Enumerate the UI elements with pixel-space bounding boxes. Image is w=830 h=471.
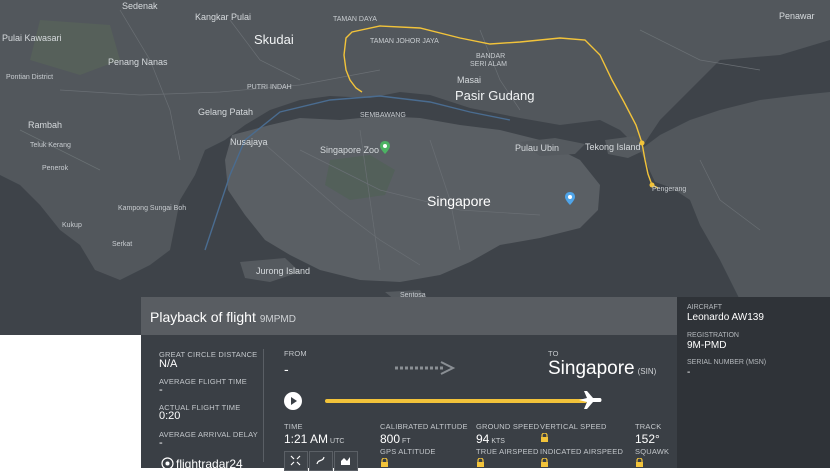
panel-header: Playback of flight 9MPMD — [141, 297, 677, 335]
avg-arrival-delay-label: AVERAGE ARRIVAL DELAY — [159, 430, 258, 439]
map-label: Gelang Patah — [198, 107, 254, 117]
map-label: BANDAR — [476, 53, 506, 60]
map-label: PUTRI INDAH — [247, 84, 292, 91]
track-label: TRACK — [635, 422, 662, 431]
radar-logo-icon — [161, 457, 174, 470]
route-arrow-icon — [395, 361, 456, 375]
map-label: Pontian District — [6, 74, 54, 81]
map-label: SERI ALAM — [470, 61, 507, 68]
flight-id: 9MPMD — [259, 314, 296, 325]
fit-view-button[interactable] — [284, 451, 308, 471]
map-label: Masai — [457, 75, 482, 85]
map-label: Pulai Kawasari — [2, 33, 62, 43]
map-label: Pasir Gudang — [455, 88, 535, 103]
flightradar24-logo: flightradar24 — [161, 457, 243, 471]
play-button[interactable] — [284, 392, 302, 410]
time-value: 1:21 AM UTC — [284, 432, 344, 446]
serial-value: - — [687, 367, 691, 378]
aircraft-info-panel: AIRCRAFT Leonardo AW139 REGISTRATION 9M-… — [677, 297, 830, 468]
map-label: Singapore — [427, 193, 491, 209]
map-label: Kampong Sungai Boh — [118, 205, 187, 212]
to-label: TO — [548, 349, 559, 358]
actual-flight-time-value: 0:20 — [159, 410, 181, 422]
to-city: Singapore (SIN) — [548, 358, 656, 380]
panel-title: Playback of flight 9MPMD — [150, 309, 296, 325]
lock-icon — [541, 433, 548, 442]
map-label: Tekong Island — [585, 142, 641, 152]
serial-label: SERIAL NUMBER (MSN) — [687, 359, 767, 366]
airplane-icon[interactable] — [577, 389, 603, 411]
map-canvas — [0, 0, 830, 335]
map-label: Jurong Island — [256, 266, 311, 276]
flight-map[interactable]: Sedenak Kangkar Pulai TAMAN DAYA TAMAN J… — [0, 0, 830, 335]
track-value: 152° — [635, 432, 660, 446]
true-airspeed-label: TRUE AIRSPEED — [476, 447, 539, 456]
map-label: Sedenak — [122, 1, 158, 11]
map-label: Nusajaya — [230, 137, 268, 147]
map-label: Pengerang — [652, 186, 687, 193]
column-divider — [263, 349, 264, 462]
chart-icon — [341, 457, 350, 465]
lock-icon — [636, 458, 643, 467]
lock-icon — [541, 458, 548, 467]
to-code: (SIN) — [637, 367, 657, 376]
ground-speed-value: 94 KTS — [476, 432, 505, 446]
ground-speed-unit: KTS — [491, 438, 505, 445]
map-label: TAMAN JOHOR JAYA — [370, 38, 439, 45]
aircraft-label: AIRCRAFT — [687, 304, 722, 311]
map-label: Singapore Zoo — [320, 145, 380, 155]
squawk-label: SQUAWK — [635, 447, 670, 456]
playback-track[interactable] — [325, 399, 587, 403]
map-label: Pulau Ubin — [515, 143, 560, 153]
route-button[interactable] — [309, 451, 333, 471]
registration-label: REGISTRATION — [687, 332, 739, 339]
map-label: Rambah — [28, 120, 63, 130]
avg-arrival-delay-value: - — [159, 437, 163, 449]
lock-icon — [477, 458, 484, 467]
lock-icon — [381, 458, 388, 467]
map-label: SEMBAWANG — [360, 112, 406, 119]
map-label: Kukup — [62, 222, 82, 229]
map-label: Teluk Kerang — [30, 142, 71, 149]
playback-panel: Playback of flight 9MPMD GREAT CIRCLE DIS… — [141, 297, 677, 471]
map-label: Skudai — [254, 32, 294, 47]
map-label: Penerok — [42, 165, 69, 172]
map-label: Serkat — [112, 241, 133, 248]
avg-flight-time-value: - — [159, 384, 163, 396]
fit-view-icon — [290, 455, 301, 466]
vertical-speed-label: VERTICAL SPEED — [540, 422, 607, 431]
panel-title-text: Playback of flight — [150, 309, 256, 325]
altitude-graph-button[interactable] — [334, 451, 358, 471]
from-label: FROM — [284, 349, 307, 358]
avg-flight-time-label: AVERAGE FLIGHT TIME — [159, 377, 247, 386]
map-label: Penawar — [779, 11, 815, 21]
cal-alt-value-text: 800 — [380, 432, 401, 446]
gps-alt-label: GPS ALTITUDE — [380, 447, 436, 456]
registration-value: 9M-PMD — [687, 340, 727, 351]
time-unit: UTC — [330, 438, 345, 445]
time-value-text: 1:21 AM — [284, 432, 329, 446]
cal-alt-value: 800 FT — [380, 432, 411, 446]
map-label: Penang Nanas — [108, 57, 168, 67]
route-icon — [316, 456, 325, 465]
map-label: Kangkar Pulai — [195, 12, 252, 22]
to-city-name: Singapore — [548, 358, 635, 379]
ground-speed-value-text: 94 — [476, 432, 490, 446]
cal-alt-label: CALIBRATED ALTITUDE — [380, 422, 468, 431]
great-circle-value: N/A — [159, 358, 178, 370]
map-label: TAMAN DAYA — [333, 16, 377, 23]
cal-alt-unit: FT — [402, 438, 411, 445]
aircraft-value: Leonardo AW139 — [687, 312, 764, 323]
from-value: - — [284, 361, 289, 377]
time-label: TIME — [284, 422, 303, 431]
logo-text: flightradar24 — [176, 457, 243, 471]
indicated-airspeed-label: INDICATED AIRSPEED — [540, 447, 624, 456]
ground-speed-label: GROUND SPEED — [476, 422, 540, 431]
